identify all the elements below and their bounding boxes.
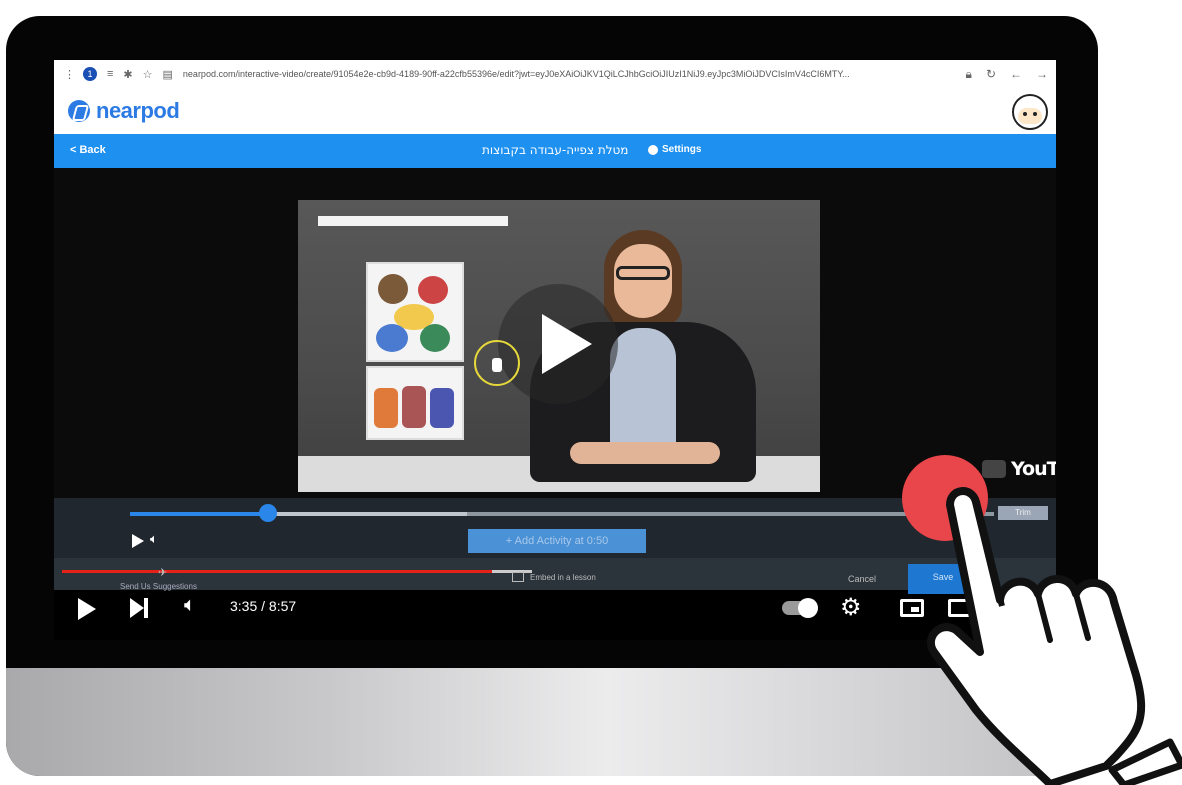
video-play-button[interactable] [498,284,618,404]
settings-label: Settings [662,144,702,155]
reading-list-icon[interactable]: ≡ [107,68,113,80]
video-area: YouTube [54,168,1056,498]
youtube-progress-bar[interactable] [62,570,492,573]
editor-timeline-handle[interactable] [259,504,278,522]
cancel-button[interactable]: Cancel [848,574,876,584]
bookmark-star-icon[interactable]: ☆ [143,68,153,81]
profile-badge[interactable]: 1 [83,67,97,81]
menu-dots-icon[interactable]: ⋮ [64,68,75,81]
embed-label: Embed in a lesson [530,572,596,582]
penguin-eye-icon [1033,112,1037,116]
autoplay-toggle[interactable] [782,598,818,618]
embed-checkbox-icon [512,572,524,582]
extensions-icon[interactable]: ✱ [123,68,132,81]
volume-icon[interactable]: 🔈︎ [184,594,196,617]
back-button[interactable]: < Back [70,144,106,156]
editor-volume-icon[interactable]: 🔈︎ [150,531,158,547]
nearpod-logo-text: nearpod [96,98,180,123]
settings-button[interactable]: Settings [648,144,701,155]
editor-toolbar: < Back מטלת צפייה-עבודה בקבוצות Settings [54,134,1056,168]
students-at-desks-illustration [366,366,464,440]
play-icon[interactable] [78,598,96,620]
editor-timeline-progress [130,512,269,516]
pointing-hand-icon [926,487,1182,785]
lesson-title: מטלת צפייה-עבודה בקבוצות [482,143,629,157]
forward-arrow-icon[interactable]: → [1036,67,1048,82]
nearpod-logo-icon [68,100,90,122]
nearpod-header: nearpod [54,88,1056,135]
time-display: 3:35 / 8:57 [230,598,297,614]
reload-icon[interactable]: ↻ [986,67,996,82]
penguin-eye-icon [1023,112,1027,116]
add-activity-button[interactable]: + Add Activity at 0:50 [468,529,646,553]
settings-gear-icon [648,144,658,155]
editor-play-icon[interactable] [132,534,144,548]
penguin-face-icon [1018,108,1042,124]
nearpod-logo[interactable]: nearpod [68,98,180,124]
avatar[interactable] [1012,94,1048,130]
back-arrow-icon[interactable]: ← [1010,67,1022,82]
glasses-icon [616,266,670,280]
url-text[interactable]: nearpod.com/interactive-video/create/910… [183,69,903,79]
embed-in-lesson-option[interactable]: Embed in a lesson [512,572,596,582]
next-icon[interactable] [130,598,148,618]
lock-icon: 🔒︎ [965,66,972,81]
gear-icon[interactable]: ⚙ [840,593,862,622]
page-info-icon[interactable]: ▤ [163,68,173,81]
send-icon[interactable]: ✈ [158,566,167,579]
cursor-highlight-icon [474,340,520,386]
video-title-strip [318,216,508,226]
browser-address-bar: ⋮ 1 ≡ ✱ ☆ ▤ nearpod.com/interactive-vide… [54,60,1056,88]
video-frame[interactable] [298,200,820,492]
group-work-illustration [366,262,464,362]
